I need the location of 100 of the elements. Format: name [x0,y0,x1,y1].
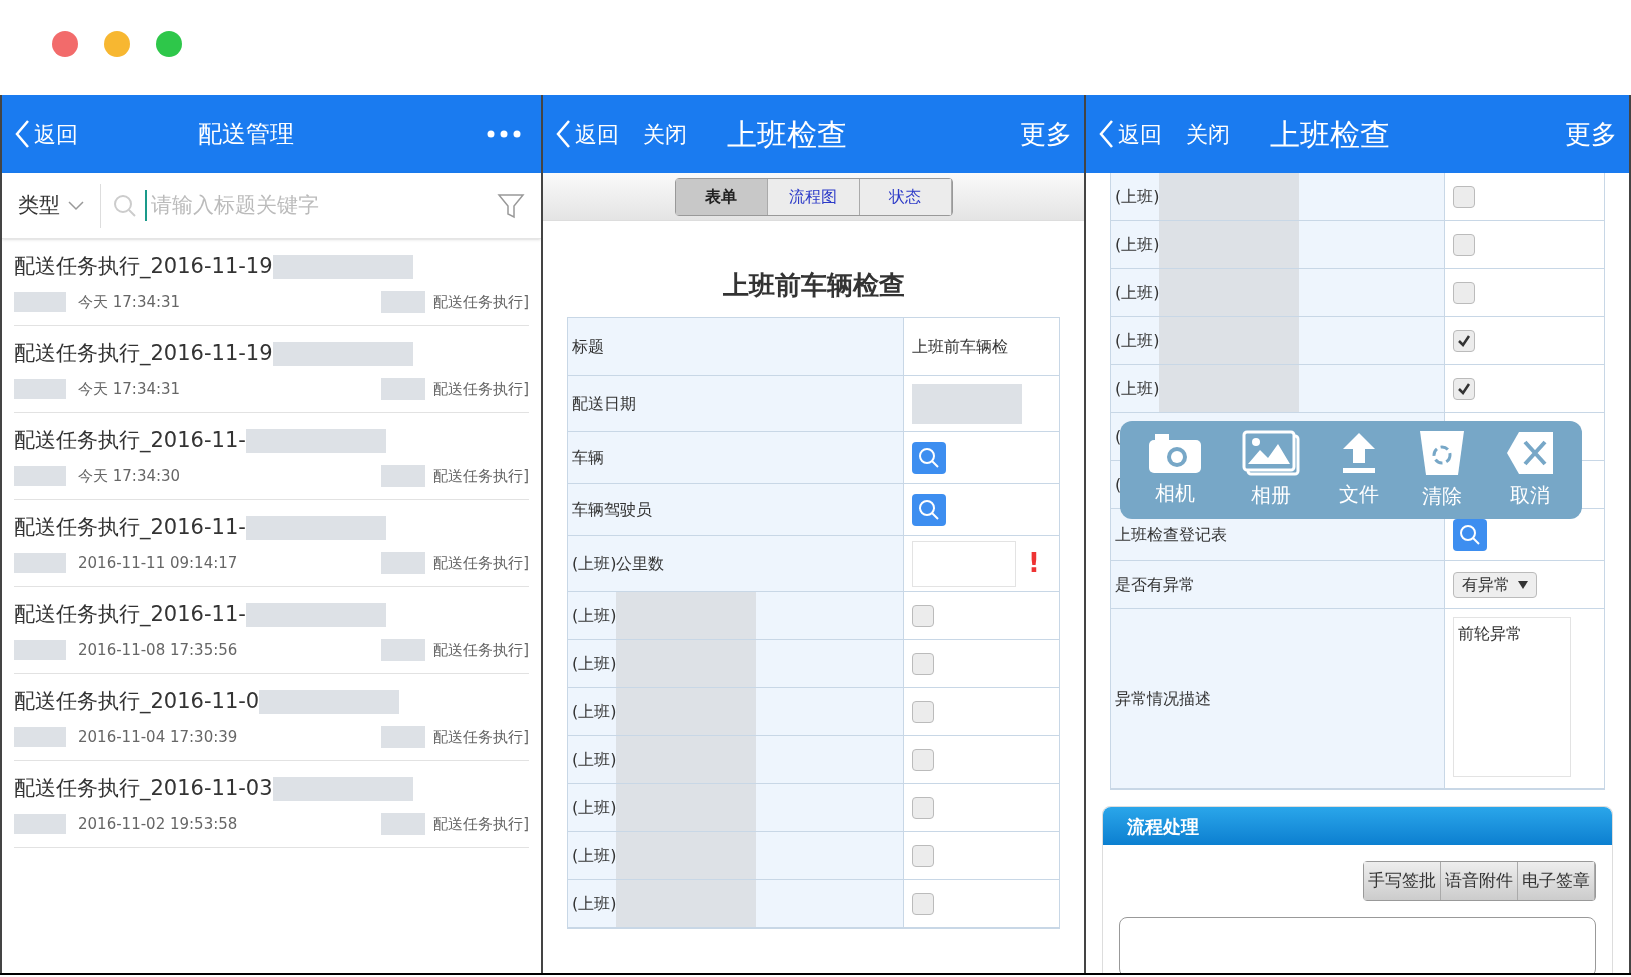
more-button[interactable]: 更多 [1020,114,1072,154]
field-label: (上班) [572,844,617,867]
dropdown-arrow-icon [1518,580,1528,589]
blurred-area [14,639,66,660]
field-label: (上班)公里数 [572,552,665,575]
close-button[interactable]: 关闭 [643,117,687,151]
search-button[interactable] [912,441,946,474]
list-item[interactable]: 配送任务执行_2016-11-0 2016-11-04 17:30:39 配送任务执行] [14,674,529,761]
checkbox[interactable] [912,700,934,723]
checkbox[interactable] [1453,233,1475,256]
field-label: 车辆 [572,446,604,469]
checkbox[interactable] [1453,185,1475,208]
window-control[interactable] [52,30,78,57]
field-label: (上班) [1115,233,1160,256]
search-field[interactable]: 请输入标题关键字 [101,189,497,222]
field-label: (上班) [572,748,617,771]
blurred-area [381,812,426,835]
field-label: ( [1115,473,1122,496]
type-filter-dropdown[interactable]: 类型 [2,183,101,228]
chevron-left-icon [14,119,30,149]
checkbox[interactable] [912,844,934,867]
more-button[interactable]: 更多 [1565,114,1617,154]
number-input[interactable] [912,540,1016,587]
item-title: 配送任务执行_2016-11- [14,601,246,629]
item-title: 配送任务执行_2016-11- [14,427,246,455]
item-title: 配送任务执行_2016-11-0 [14,688,260,716]
item-category: 配送任务执行] [433,552,529,574]
checkbox[interactable] [912,892,934,915]
search-icon [1459,523,1481,546]
item-category: 配送任务执行] [433,378,529,400]
item-time: 2016-11-08 17:35:56 [78,639,238,661]
list-item[interactable]: 配送任务执行_2016-11-19 今天 17:34:31 配送任务执行] [14,239,529,326]
tab[interactable]: 流程图 [767,178,860,215]
back-button[interactable]: 返回 [1098,117,1162,151]
blurred-area [14,813,66,834]
field-label: (上班) [572,604,617,627]
form-title: 上班前车辆检查 [722,269,905,302]
blurred-area [381,551,426,574]
search-button[interactable] [912,493,946,526]
checkbox[interactable] [1453,377,1475,400]
select-dropdown[interactable]: 有异常 [1453,571,1537,598]
search-icon [918,446,940,469]
item-time: 今天 17:34:31 [78,378,181,400]
search-button[interactable] [1453,518,1487,551]
filter-icon[interactable] [497,191,525,220]
item-title: 配送任务执行_2016-11-03 [14,775,273,803]
field-label: (上班) [1115,377,1160,400]
list-item[interactable]: 配送任务执行_2016-11- 2016-11-08 17:35:56 配送任务执行] [14,587,529,674]
item-title: 配送任务执行_2016-11- [14,514,246,542]
window-control[interactable] [156,30,182,57]
checkbox[interactable] [1453,281,1475,304]
chevron-left-icon [1098,119,1114,149]
close-icon [1504,430,1555,476]
item-time: 2016-11-04 17:30:39 [78,726,238,748]
tab[interactable]: 表单 [675,178,768,215]
field-label: 标题 [572,335,604,358]
blurred-area [14,726,66,747]
field-label: 上班检查登记表 [1115,523,1227,546]
item-category: 配送任务执行] [433,813,529,835]
field-label: 配送日期 [572,392,636,415]
blurred-area [381,464,426,487]
recycle-bin-icon [1417,429,1466,477]
window-control[interactable] [104,30,130,57]
list-item[interactable]: 配送任务执行_2016-11-03 2016-11-02 19:53:58 配送任务执行] [14,761,529,848]
blurred-area [381,290,426,313]
section-title: 流程处理 [1127,814,1199,839]
field-label: 是否有异常 [1115,573,1195,596]
back-button[interactable]: 返回 [555,117,619,151]
checkbox[interactable] [1453,329,1475,352]
list-item[interactable]: 配送任务执行_2016-11- 2016-11-11 09:14:17 配送任务执行] [14,500,529,587]
field-label: (上班) [1115,329,1160,352]
text-area[interactable]: 前轮异常 [1453,617,1571,777]
checkmark-icon [1457,333,1471,348]
item-time: 2016-11-11 09:14:17 [78,552,238,574]
blurred-area [381,377,426,400]
item-title: 配送任务执行_2016-11-19 [14,253,273,281]
tab[interactable]: 状态 [859,178,952,215]
checkbox[interactable] [912,748,934,771]
back-button[interactable]: 返回 [14,117,78,151]
search-icon [918,498,940,521]
field-value: 上班前车辆检 [912,335,1008,358]
checkbox[interactable] [912,604,934,627]
checkbox[interactable] [912,796,934,819]
checkbox[interactable] [912,652,934,675]
list-item[interactable]: 配送任务执行_2016-11-19 今天 17:34:31 配送任务执行] [14,326,529,413]
item-time: 今天 17:34:31 [78,291,181,313]
camera-icon [1147,432,1204,474]
action-button[interactable]: 语音附件 [1441,862,1518,900]
field-label: (上班) [572,700,617,723]
action-button[interactable]: 电子签章 [1518,862,1595,900]
item-category: 配送任务执行] [433,639,529,661]
blurred-area [381,725,426,748]
list-item[interactable]: 配送任务执行_2016-11- 今天 17:34:30 配送任务执行] [14,413,529,500]
item-category: 配送任务执行] [433,291,529,313]
item-category: 配送任务执行] [433,465,529,487]
action-button[interactable]: 手写签批 [1364,862,1441,900]
chevron-left-icon [555,119,571,149]
more-button[interactable] [487,130,521,138]
screen-title: 上班检查 [727,115,847,154]
close-button[interactable]: 关闭 [1186,117,1230,151]
